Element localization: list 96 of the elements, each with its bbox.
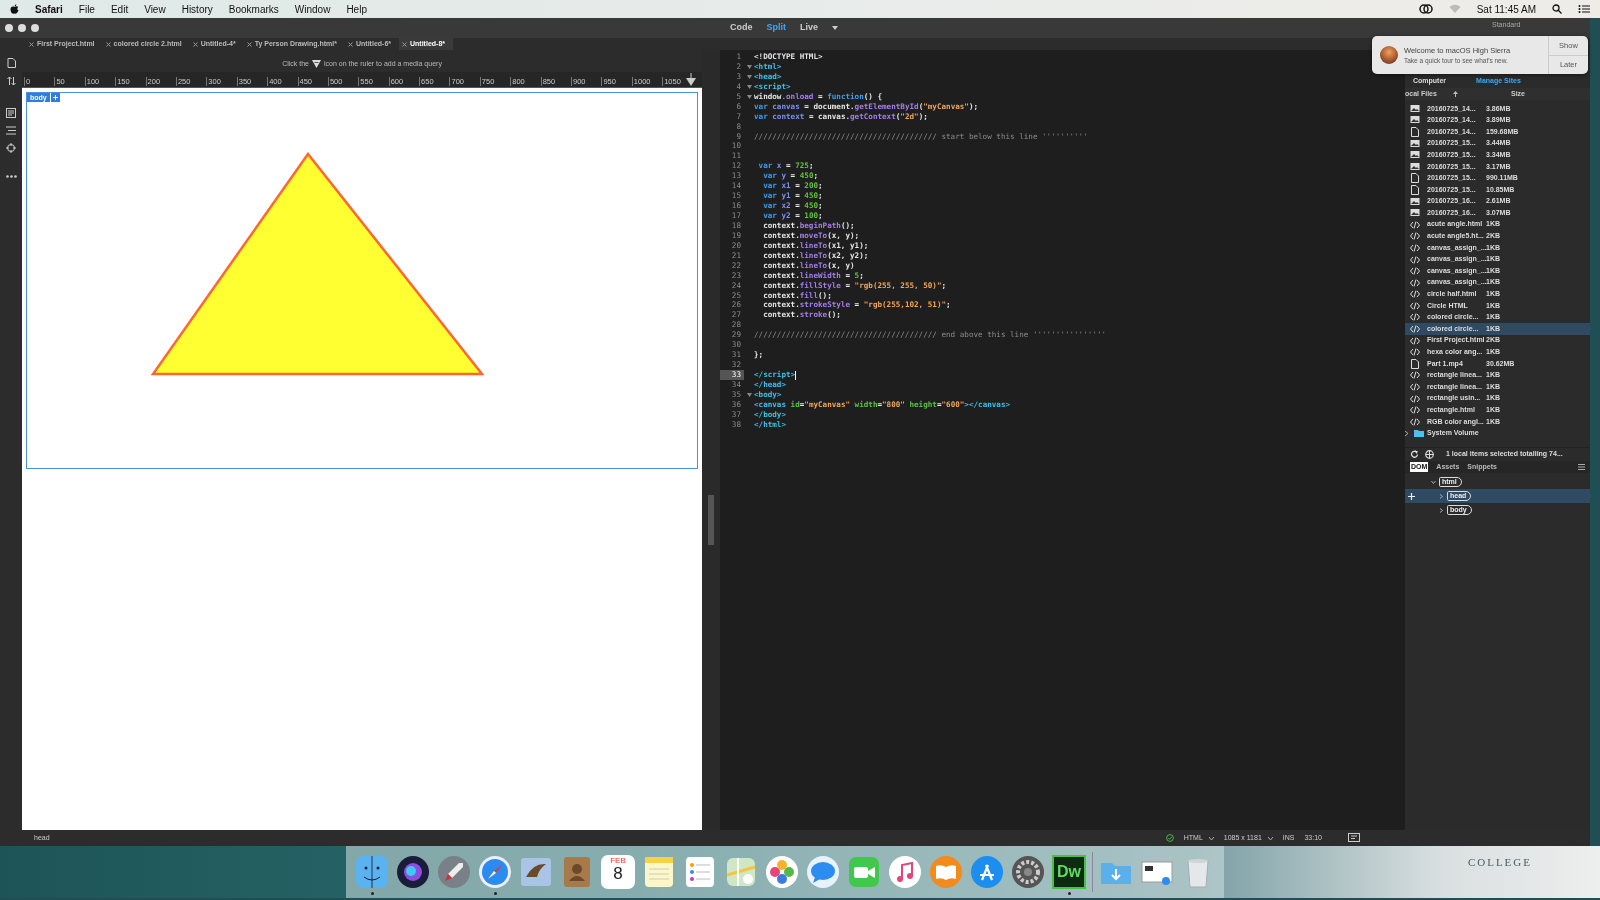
- code-file-icon: [1410, 231, 1420, 242]
- target-icon[interactable]: [6, 143, 16, 153]
- code-file-icon: [1410, 277, 1420, 288]
- search-icon[interactable]: [1552, 4, 1562, 14]
- close-icon[interactable]: [105, 41, 111, 47]
- panel-icon[interactable]: [6, 108, 16, 118]
- code-file-icon: [1410, 324, 1420, 335]
- more-icon[interactable]: [5, 175, 17, 178]
- app-icon: [1380, 46, 1398, 64]
- code-file-icon: [1410, 312, 1420, 323]
- code-file-icon: [1410, 393, 1420, 404]
- zoom-window-button[interactable]: [31, 24, 39, 32]
- check-circle-icon: [1165, 834, 1174, 842]
- compass-icon[interactable]: [478, 855, 512, 889]
- minimize-window-button[interactable]: [18, 24, 26, 32]
- caret-icon[interactable]: [832, 25, 838, 30]
- image-file-icon: [1410, 161, 1420, 172]
- close-icon[interactable]: [402, 41, 407, 47]
- code-file-icon: [1410, 242, 1420, 253]
- refresh-icon[interactable]: [1410, 450, 1419, 459]
- app-tile[interactable]: Dw: [1052, 855, 1086, 889]
- caret-icon[interactable]: [1267, 836, 1273, 840]
- calendar-icon[interactable]: FEB 8: [601, 855, 635, 889]
- code-file-icon: [1410, 300, 1420, 311]
- app-menu[interactable]: Safari: [35, 1, 63, 17]
- close-window-button[interactable]: [5, 24, 13, 32]
- folder-icon: [1414, 428, 1424, 439]
- chevron-right-icon[interactable]: [1439, 507, 1444, 513]
- code-file-icon: [1410, 219, 1420, 230]
- code-file-icon: [1410, 405, 1420, 416]
- list-icon[interactable]: [1578, 4, 1590, 14]
- fold-arrow-icon[interactable]: [746, 64, 752, 69]
- media-query-marker-icon[interactable]: [686, 73, 696, 87]
- document-icon: [1410, 358, 1420, 369]
- bird-icon[interactable]: [519, 855, 553, 889]
- plus-icon[interactable]: [1407, 492, 1415, 500]
- music-note-icon[interactable]: [888, 855, 922, 889]
- code-file-icon: [1410, 254, 1420, 265]
- caret-icon[interactable]: [1208, 836, 1214, 840]
- file-icon[interactable]: [6, 58, 16, 68]
- code-file-icon: [1410, 347, 1420, 358]
- splitter-handle[interactable]: [708, 495, 714, 545]
- speech-bubble-icon[interactable]: [806, 855, 840, 889]
- arrows-icon[interactable]: [6, 76, 16, 86]
- menu-clock[interactable]: Sat 11:45 AM: [1476, 1, 1536, 17]
- code-file-icon: [1410, 370, 1420, 381]
- wallpaper-text: COLLEGE: [1467, 855, 1532, 870]
- chevron-right-icon[interactable]: [1439, 493, 1444, 499]
- document-icon: [1410, 127, 1420, 137]
- document-icon: [1410, 184, 1420, 195]
- code-file-icon: [1410, 266, 1420, 277]
- fold-arrow-icon[interactable]: [746, 84, 752, 89]
- menu-item[interactable]: Edit: [110, 1, 129, 17]
- menu-item[interactable]: Window: [294, 1, 331, 17]
- rings-icon[interactable]: [1418, 4, 1433, 14]
- smiling-face-icon[interactable]: [355, 855, 389, 889]
- menu-item[interactable]: Help: [346, 1, 367, 17]
- gear-icon[interactable]: [1011, 855, 1045, 889]
- chevron-down-icon[interactable]: [1431, 479, 1436, 485]
- checklist-icon[interactable]: [683, 855, 717, 889]
- menu-item[interactable]: File: [78, 1, 95, 17]
- indent-icon[interactable]: [6, 126, 16, 135]
- code-file-icon: [1410, 416, 1420, 427]
- close-icon[interactable]: [29, 41, 34, 47]
- sort-arrow-icon[interactable]: [1453, 91, 1458, 97]
- view-mode-tab[interactable]: Split: [766, 21, 786, 35]
- flower-icon[interactable]: [765, 855, 799, 889]
- image-file-icon: [1410, 138, 1420, 149]
- fold-arrow-icon[interactable]: [746, 392, 752, 397]
- view-mode-tab[interactable]: Live: [800, 21, 818, 35]
- menu-item[interactable]: Bookmarks: [228, 1, 279, 17]
- image-file-icon: [1410, 196, 1420, 207]
- screen-icon[interactable]: [1348, 833, 1360, 843]
- code-file-icon: [1410, 382, 1420, 393]
- apple-icon[interactable]: [10, 4, 19, 14]
- code-file-icon: [1410, 289, 1420, 300]
- view-mode-tab[interactable]: Code: [730, 21, 753, 35]
- menu-icon[interactable]: [1578, 464, 1585, 470]
- document-icon: [1410, 173, 1420, 184]
- fold-arrow-icon[interactable]: [746, 74, 752, 79]
- image-file-icon: [1410, 115, 1420, 126]
- globe-icon[interactable]: [1425, 450, 1434, 459]
- menu-item[interactable]: History: [181, 1, 213, 17]
- menu-item[interactable]: View: [144, 1, 166, 17]
- image-file-icon: [1410, 150, 1420, 161]
- letter-a-shape-icon[interactable]: [970, 855, 1004, 889]
- orb-icon[interactable]: [396, 855, 430, 889]
- fold-arrow-icon[interactable]: [746, 94, 752, 99]
- code-file-icon: [1410, 335, 1420, 346]
- close-icon[interactable]: [192, 41, 198, 47]
- close-icon[interactable]: [348, 41, 353, 47]
- close-icon[interactable]: [246, 41, 252, 47]
- image-file-icon: [1410, 103, 1420, 114]
- rocket-icon[interactable]: [437, 855, 471, 889]
- image-file-icon: [1410, 208, 1420, 219]
- media-query-marker-icon: [311, 60, 321, 68]
